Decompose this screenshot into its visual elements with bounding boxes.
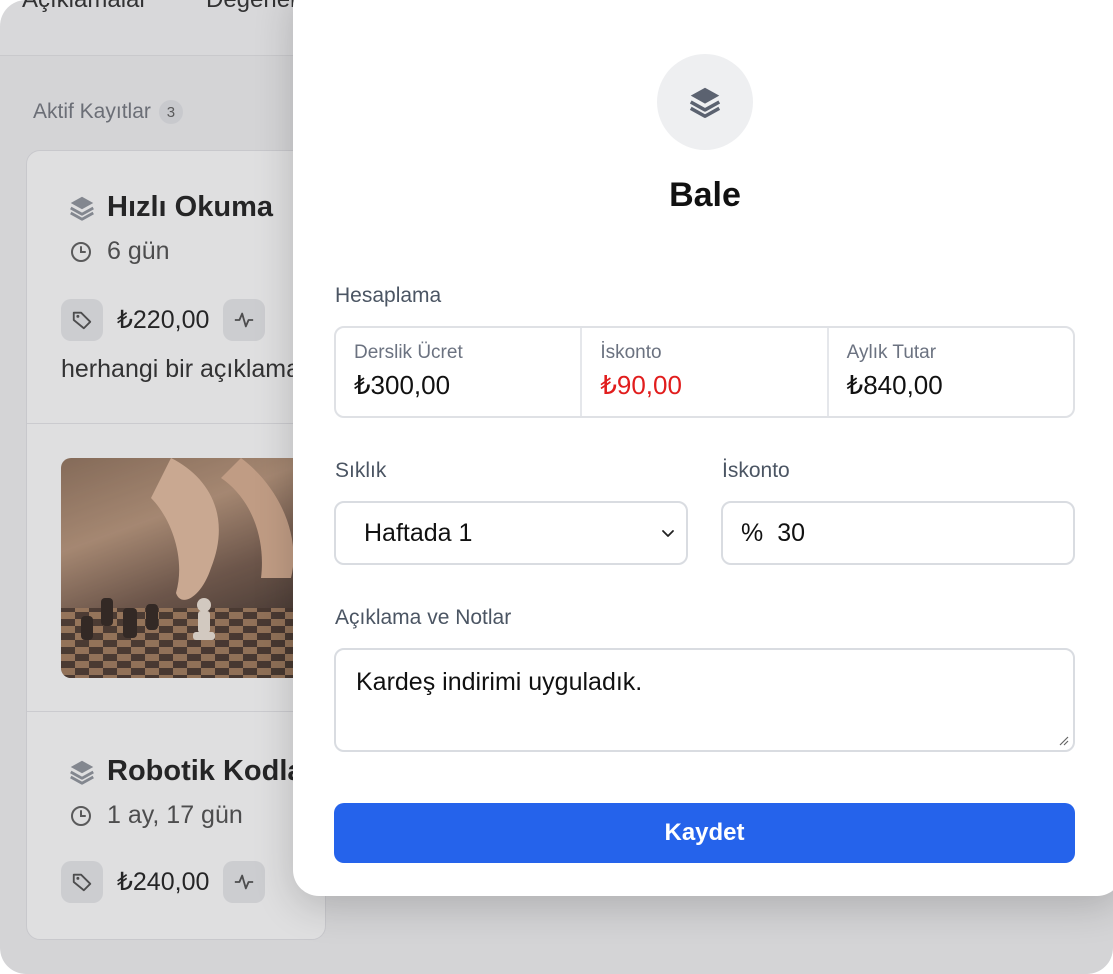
frequency-value: Haftada 1 <box>364 518 473 547</box>
monthly-label: Aylık Tutar <box>846 342 937 363</box>
monthly-value: ₺840,00 <box>846 370 943 400</box>
monthly-cell: Aylık Tutar ₺840,00 <box>826 328 1073 416</box>
save-button[interactable]: Kaydet <box>334 803 1075 863</box>
discount-field-label: İskonto <box>722 459 790 482</box>
fee-label: Derslik Ücret <box>354 342 463 363</box>
resize-handle-icon[interactable] <box>1057 734 1069 746</box>
notes-textarea[interactable]: Kardeş indirimi uyguladık. <box>334 648 1075 752</box>
discount-cell: İskonto ₺90,00 <box>580 328 826 416</box>
frequency-select[interactable]: Haftada 1 <box>334 501 688 565</box>
frequency-label: Sıklık <box>335 459 387 482</box>
percent-prefix: % <box>741 518 764 547</box>
discount-value: ₺90,00 <box>600 370 682 400</box>
discount-label: İskonto <box>600 342 662 363</box>
modal-icon-circle <box>657 54 753 150</box>
edit-enrollment-modal: Bale Hesaplama Derslik Ücret ₺300,00 İsk… <box>293 0 1113 896</box>
layers-icon <box>689 87 721 118</box>
calculation-summary: Derslik Ücret ₺300,00 İskonto ₺90,00 Ayl… <box>334 326 1075 418</box>
modal-title: Bale <box>669 176 741 214</box>
discount-input-value: 30 <box>777 518 806 547</box>
chevron-down-icon <box>662 530 674 537</box>
fee-value: ₺300,00 <box>354 370 451 400</box>
discount-input[interactable]: % 30 <box>721 501 1075 565</box>
calculation-label: Hesaplama <box>335 284 442 307</box>
notes-label: Açıklama ve Notlar <box>335 606 512 629</box>
notes-value: Kardeş indirimi uyguladık. <box>356 668 643 696</box>
fee-cell: Derslik Ücret ₺300,00 <box>336 328 580 416</box>
